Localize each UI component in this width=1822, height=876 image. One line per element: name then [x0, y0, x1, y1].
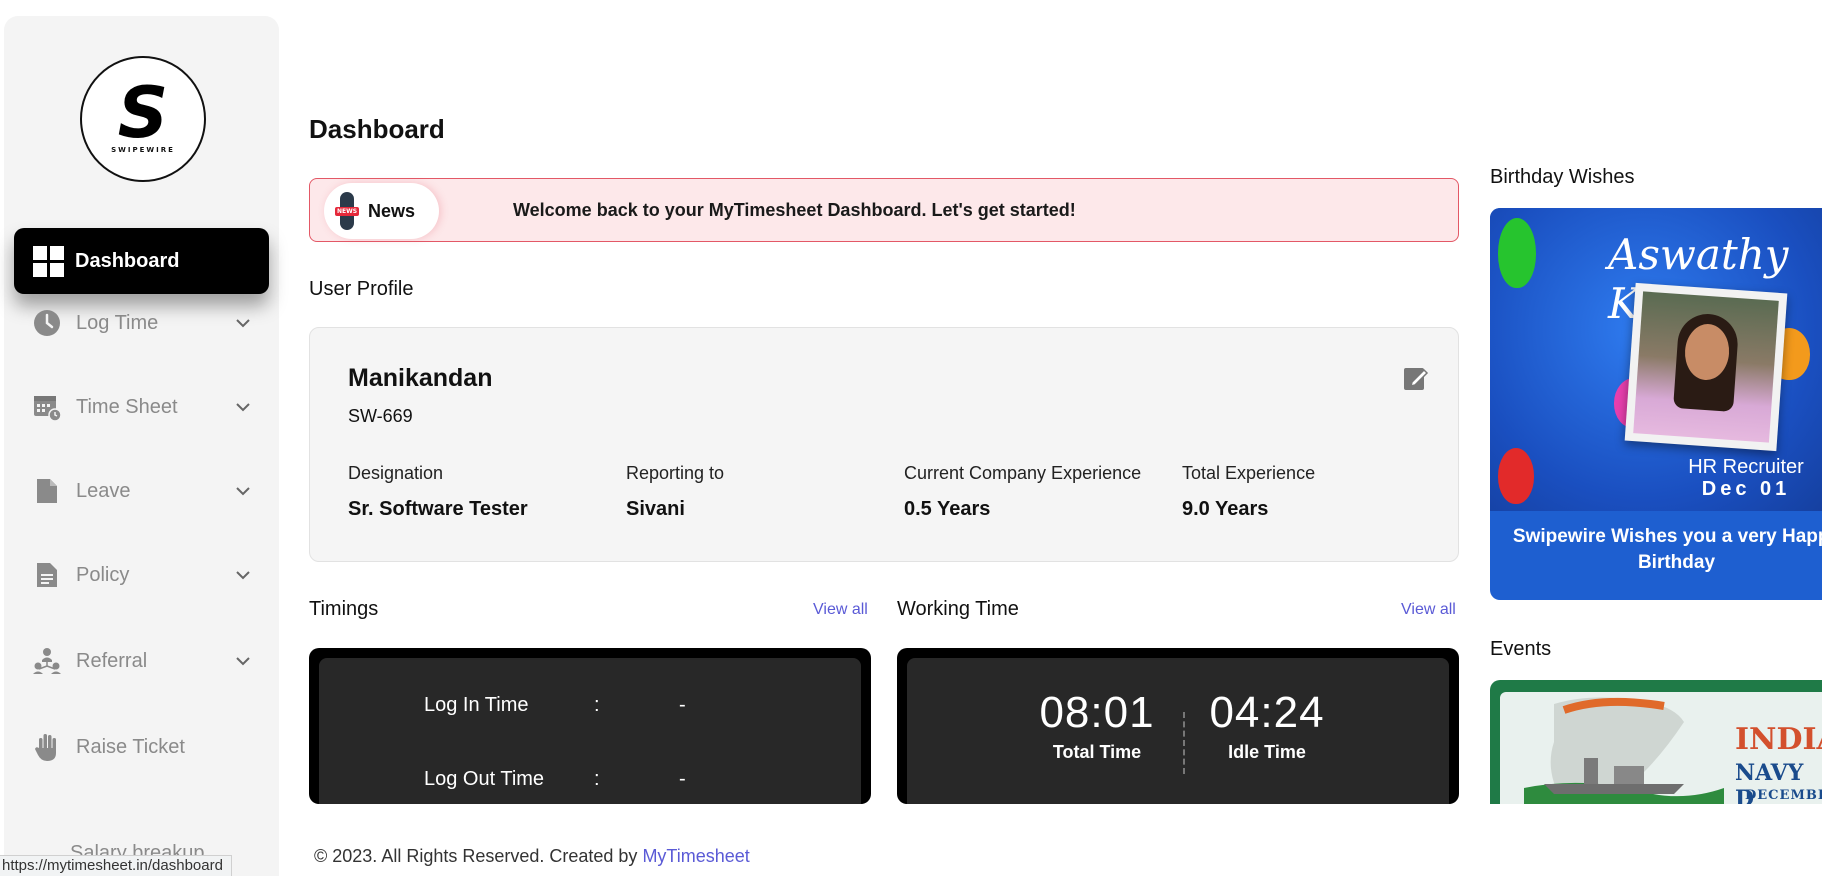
hand-icon: [32, 732, 62, 762]
news-mic-icon: NEWS: [335, 192, 359, 230]
sidebar-item-label: Log Time: [76, 311, 159, 334]
field-value: Sr. Software Tester: [348, 498, 528, 520]
working-time-title: Working Time: [897, 598, 1019, 620]
sidebar-item-dashboard[interactable]: Dashboard: [14, 228, 269, 294]
brand-logo[interactable]: S SWIPEWIRE: [80, 56, 206, 182]
idle-time-label: Idle Time: [1228, 742, 1306, 762]
events-title: Events: [1490, 638, 1552, 660]
logo-wordmark: SWIPEWIRE: [111, 146, 175, 154]
balloon-image: [1498, 218, 1536, 288]
total-time-value: 08:01: [1039, 688, 1155, 737]
edit-icon[interactable]: [1402, 364, 1430, 392]
sidebar-item-raise-ticket[interactable]: Raise Ticket: [14, 722, 269, 772]
birthday-photo: [1624, 282, 1788, 452]
chevron-down-icon: [236, 403, 250, 412]
event-title-line1: INDIA: [1735, 722, 1822, 757]
footer-text: © 2023. All Rights Reserved. Created by: [314, 846, 643, 866]
dashboard-icon: [33, 246, 64, 277]
india-map-ship-image: [1524, 697, 1724, 804]
page-title: Dashboard: [309, 114, 445, 144]
field-value: 0.5 Years: [904, 498, 991, 520]
news-pill[interactable]: NEWS News: [324, 183, 439, 239]
news-banner: NEWS News Welcome back to your MyTimeshe…: [309, 178, 1459, 242]
sidebar-item-label: Raise Ticket: [76, 735, 185, 758]
field-label: Current Company Experience: [904, 463, 1142, 483]
login-time-row: Log In Time: -: [424, 694, 686, 717]
birthday-title: Birthday Wishes: [1490, 166, 1635, 188]
field-label: Total Experience: [1182, 463, 1316, 483]
field-label: Designation: [348, 463, 444, 483]
calendar-icon: [32, 392, 62, 422]
timing-value: -: [679, 768, 686, 790]
timing-separator: :: [594, 768, 600, 790]
field-value: Sivani: [626, 498, 685, 520]
birthday-role: HR Recruiter: [1688, 456, 1804, 478]
chevron-down-icon: [236, 571, 250, 580]
sidebar-item-time-sheet[interactable]: Time Sheet: [14, 382, 269, 432]
profile-name: Manikandan: [348, 364, 493, 392]
chevron-down-icon: [236, 487, 250, 496]
sidebar-item-policy[interactable]: Policy: [14, 550, 269, 600]
sidebar-item-log-time[interactable]: Log Time: [14, 298, 269, 348]
time-divider: [1183, 712, 1185, 774]
timings-view-all-link[interactable]: View all: [813, 601, 868, 619]
news-message: Welcome back to your MyTimesheet Dashboa…: [513, 200, 1076, 220]
birthday-card[interactable]: Aswathy KC HR Recruiter Dec 01 Swipewire…: [1490, 208, 1822, 600]
sidebar-item-label: Dashboard: [75, 249, 180, 272]
sidebar-item-label: Referral: [76, 649, 148, 672]
sidebar-item-leave[interactable]: Leave: [14, 466, 269, 516]
sidebar-item-referral[interactable]: Referral: [14, 636, 269, 686]
sidebar: S SWIPEWIRE Dashboard Log Time Time Shee…: [4, 16, 279, 876]
timings-title: Timings: [309, 598, 379, 620]
working-time-view-all-link[interactable]: View all: [1401, 601, 1456, 619]
referral-icon: [32, 646, 62, 676]
timings-card: Log In Time: - Log Out Time: -: [309, 648, 871, 804]
birthday-banner: Aswathy KC HR Recruiter Dec 01: [1490, 208, 1822, 511]
news-badge: NEWS: [335, 207, 359, 216]
timing-separator: :: [594, 694, 600, 716]
profile-total-experience: Total Experience 9.0 Years: [1182, 463, 1315, 521]
balloon-image: [1498, 448, 1534, 504]
logout-time-row: Log Out Time: -: [424, 768, 686, 791]
clock-icon: [32, 308, 62, 338]
profile-current-experience: Current Company Experience 0.5 Years: [904, 463, 1141, 521]
profile-designation: Designation Sr. Software Tester: [348, 463, 528, 521]
profile-employee-id: SW-669: [348, 406, 413, 426]
birthday-date: Dec 01: [1701, 478, 1791, 500]
user-profile-title: User Profile: [309, 278, 414, 300]
profile-reporting-to: Reporting to Sivani: [626, 463, 724, 521]
timing-label: Log Out Time: [424, 768, 545, 790]
birthday-message: Swipewire Wishes you a very Happy Birthd…: [1512, 526, 1822, 573]
timing-label: Log In Time: [424, 694, 529, 716]
timing-value: -: [679, 694, 686, 716]
event-card[interactable]: INDIA NAVY D DECEMBER: [1490, 680, 1822, 804]
idle-time: 04:24 Idle Time: [1197, 688, 1337, 763]
field-label: Reporting to: [626, 463, 725, 483]
sidebar-item-label: Leave: [76, 479, 131, 502]
chevron-down-icon: [236, 319, 250, 328]
event-title-line3: DECEMBER: [1745, 788, 1822, 803]
policy-icon: [32, 560, 62, 590]
total-time-label: Total Time: [1052, 742, 1142, 762]
news-label: News: [368, 200, 416, 221]
chevron-down-icon: [236, 657, 250, 666]
working-time-card: 08:01 Total Time 04:24 Idle Time: [897, 648, 1459, 804]
footer-link[interactable]: MyTimesheet: [642, 846, 749, 866]
sidebar-item-label: Time Sheet: [76, 395, 178, 418]
status-bar-url: https://mytimesheet.in/dashboard: [0, 855, 232, 876]
field-value: 9.0 Years: [1182, 498, 1269, 520]
footer: © 2023. All Rights Reserved. Created by …: [314, 846, 750, 867]
logo-letter: S: [117, 72, 169, 154]
total-time: 08:01 Total Time: [1027, 688, 1167, 763]
user-profile-card: Manikandan SW-669 Designation Sr. Softwa…: [309, 327, 1459, 562]
idle-time-value: 04:24: [1209, 688, 1325, 737]
sidebar-item-label: Policy: [76, 563, 130, 586]
document-icon: [32, 476, 62, 506]
